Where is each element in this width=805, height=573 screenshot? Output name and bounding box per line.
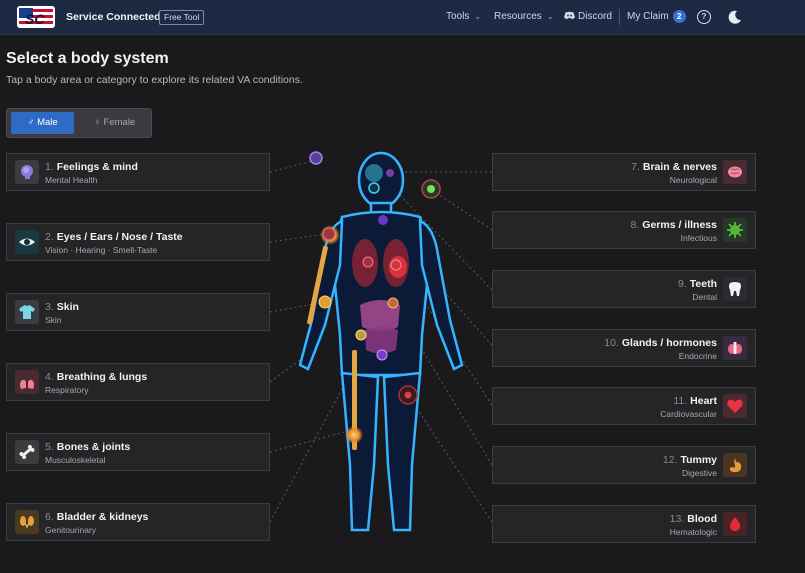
category-card-mental-health[interactable]: 1. Feelings & mind Mental Health: [6, 153, 270, 191]
brand-name[interactable]: Service Connected: [66, 11, 161, 23]
category-title: Bladder & kidneys: [56, 511, 149, 523]
nav-my-claim[interactable]: My Claim 2: [627, 10, 686, 23]
eye-icon: [15, 230, 39, 254]
category-number: 9.: [678, 278, 687, 290]
category-subtitle: Infectious: [680, 233, 717, 243]
category-title: Germs / illness: [642, 219, 717, 231]
category-title: Breathing & lungs: [56, 371, 148, 383]
category-subtitle: Skin: [45, 315, 62, 325]
category-title: Blood: [687, 513, 717, 525]
blood-drop-icon: [723, 512, 747, 536]
heart-icon: [723, 394, 747, 418]
category-number: 6.: [45, 511, 54, 523]
category-card-neurological[interactable]: 7. Brain & nerves Neurological: [492, 153, 756, 191]
category-subtitle: Mental Health: [45, 175, 98, 185]
help-icon[interactable]: ?: [697, 10, 711, 24]
category-number: 2.: [45, 231, 54, 243]
category-card-respiratory[interactable]: 4. Breathing & lungs Respiratory: [6, 363, 270, 401]
category-number: 4.: [45, 371, 54, 383]
category-number: 5.: [45, 441, 54, 453]
category-subtitle: Musculoskeletal: [45, 455, 106, 465]
category-card-genitourinary[interactable]: 6. Bladder & kidneys Genitourinary: [6, 503, 270, 541]
male-toggle-button[interactable]: ♂ Male: [11, 112, 74, 134]
sex-toggle: ♂ Male ♀ Female: [6, 108, 152, 138]
category-title: Eyes / Ears / Nose / Taste: [56, 231, 183, 243]
category-subtitle: Respiratory: [45, 385, 89, 395]
category-card-skin[interactable]: 3. Skin Skin: [6, 293, 270, 331]
head-icon: [15, 160, 39, 184]
bone-icon: [15, 440, 39, 464]
nav-divider: [619, 9, 620, 25]
discord-icon: [564, 11, 575, 20]
claim-count-badge: 2: [672, 10, 686, 23]
svg-text:SC: SC: [25, 11, 45, 27]
nav-resources-label: Resources: [494, 11, 542, 22]
category-number: 7.: [631, 161, 640, 173]
body-figure[interactable]: [270, 145, 492, 550]
top-navigation-bar: SC Service Connected Free Tool Tools ⌄ Re…: [0, 0, 805, 35]
category-subtitle: Vision · Hearing · Smell-Taste: [45, 245, 158, 255]
category-card-cardiovascular[interactable]: 11. Heart Cardiovascular: [492, 387, 756, 425]
category-card-endocrine[interactable]: 10. Glands / hormones Endocrine: [492, 329, 756, 367]
category-subtitle: Endocrine: [678, 351, 717, 361]
lungs-icon: [15, 370, 39, 394]
category-number: 8.: [630, 219, 640, 231]
category-title: Tummy: [680, 454, 717, 466]
category-card-infectious[interactable]: 8. Germs / illness Infectious: [492, 211, 756, 249]
category-number: 11.: [673, 395, 688, 407]
brain-icon: [723, 160, 747, 184]
category-card-digestive[interactable]: 12. Tummy Digestive: [492, 446, 756, 484]
category-card-musculoskeletal[interactable]: 5. Bones & joints Musculoskeletal: [6, 433, 270, 471]
category-number: 3.: [45, 301, 54, 313]
nav-discord-label: Discord: [578, 11, 612, 22]
nav-my-claim-label: My Claim: [627, 11, 669, 22]
kidneys-icon: [15, 510, 39, 534]
category-title: Bones & joints: [56, 441, 131, 453]
category-title: Feelings & mind: [56, 161, 138, 173]
category-number: 12.: [662, 454, 678, 466]
category-card-hematologic[interactable]: 13. Blood Hematologic: [492, 505, 756, 543]
category-subtitle: Digestive: [682, 468, 717, 478]
germ-icon: [723, 218, 747, 242]
category-title: Brain & nerves: [642, 161, 717, 173]
category-card-vision-hearing[interactable]: 2. Eyes / Ears / Nose / Taste Vision · He…: [6, 223, 270, 261]
thyroid-icon: [723, 336, 747, 360]
logo-icon[interactable]: SC: [17, 6, 55, 28]
category-subtitle: Cardiovascular: [660, 409, 717, 419]
chevron-down-icon: ⌄: [474, 12, 482, 21]
category-number: 1.: [45, 161, 54, 173]
category-number: 10.: [604, 337, 619, 349]
chevron-down-icon: ⌄: [546, 12, 554, 21]
nav-tools-label: Tools: [446, 11, 470, 22]
page-title: Select a body system: [6, 50, 169, 67]
tooth-icon: [723, 277, 747, 301]
moon-icon[interactable]: [727, 9, 743, 25]
category-subtitle: Dental: [692, 292, 717, 302]
category-number: 13.: [669, 513, 685, 525]
category-subtitle: Neurological: [669, 175, 717, 185]
category-title: Heart: [690, 395, 717, 407]
category-subtitle: Genitourinary: [45, 525, 97, 535]
free-tool-badge: Free Tool: [159, 10, 205, 25]
nav-discord[interactable]: Discord: [564, 11, 612, 22]
category-title: Teeth: [689, 278, 717, 290]
stomach-icon: [723, 453, 747, 477]
shirt-icon: [15, 300, 39, 324]
category-title: Glands / hormones: [621, 337, 717, 349]
nav-tools[interactable]: Tools ⌄: [446, 11, 481, 22]
category-title: Skin: [56, 301, 79, 313]
female-toggle-button[interactable]: ♀ Female: [83, 112, 146, 134]
nav-resources[interactable]: Resources ⌄: [494, 11, 554, 22]
category-card-dental[interactable]: 9. Teeth Dental: [492, 270, 756, 308]
page-subtitle: Tap a body area or category to explore i…: [6, 74, 303, 86]
category-subtitle: Hematologic: [669, 527, 717, 537]
